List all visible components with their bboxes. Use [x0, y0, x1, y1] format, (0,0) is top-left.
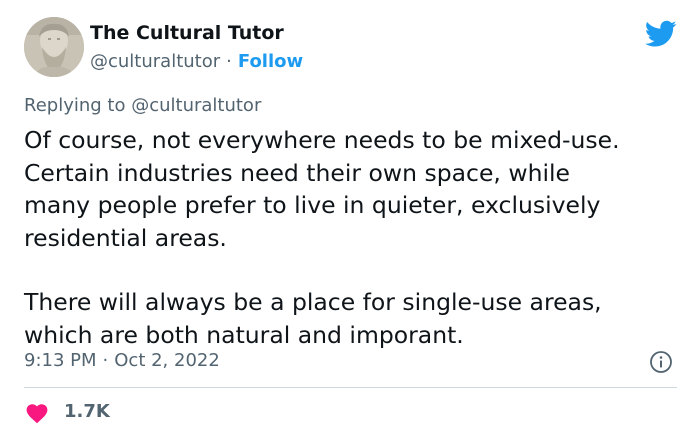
reply-context: Replying to @culturaltutor [24, 95, 261, 116]
avatar-bust-image [24, 17, 84, 77]
tweet-card: The Cultural Tutor @culturaltutor · Follow… [0, 0, 700, 441]
handle-row: @culturaltutor · Follow [90, 51, 303, 72]
tweet-paragraph: There will always be a place for single-… [24, 288, 602, 349]
tweet-text: Of course, not everywhere needs to be mi… [24, 124, 684, 351]
tweet-time[interactable]: 9:13 PM [24, 350, 97, 371]
tweet-paragraph: Of course, not everywhere needs to be mi… [24, 126, 620, 252]
like-count[interactable]: 1.7K [64, 401, 110, 422]
author-handle[interactable]: @culturaltutor [90, 51, 220, 72]
twitter-bird-icon[interactable] [645, 20, 677, 48]
separator-dot: · [226, 51, 232, 72]
reply-mention-link[interactable]: @culturaltutor [131, 95, 261, 116]
info-icon[interactable] [649, 350, 673, 374]
author-name[interactable]: The Cultural Tutor [90, 22, 284, 44]
divider [24, 387, 677, 388]
heart-icon[interactable] [25, 402, 49, 424]
avatar[interactable] [24, 17, 84, 77]
tweet-timestamp[interactable]: 9:13 PM · Oct 2, 2022 [24, 350, 220, 371]
reply-prefix: Replying to [24, 95, 132, 116]
tweet-date[interactable]: Oct 2, 2022 [114, 350, 220, 371]
follow-button[interactable]: Follow [238, 51, 303, 72]
separator-dot: · [102, 350, 109, 371]
